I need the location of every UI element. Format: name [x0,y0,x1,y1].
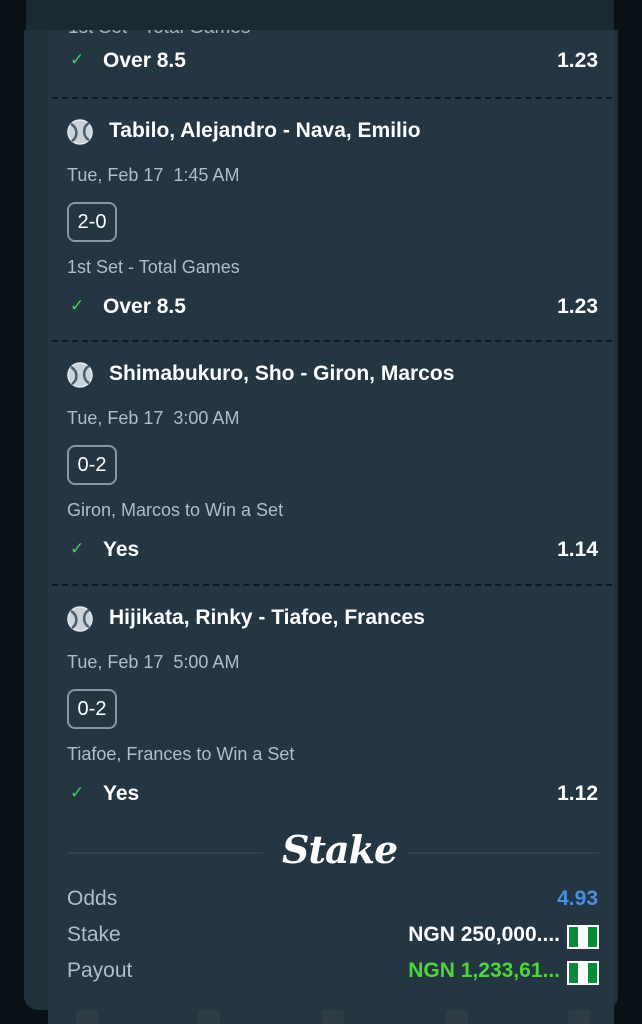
event-leg: Tabilo, Alejandro - Nava, Emilio Tue, Fe… [48,114,614,358]
selection-name: Yes [103,538,140,561]
tennis-ball-icon [67,119,93,145]
selection-row: ✓ Over 8.5 1.23 [48,293,614,325]
brand-divider-right [407,852,599,854]
selection-odds: 1.23 [557,49,598,72]
cut-off-market-label: 1st Set - Total Games [68,30,250,39]
stake-label: Stake [67,923,121,946]
stake-value: NGN 250,000.... [408,923,560,946]
summary-odds-row: Odds 4.93 [48,885,614,915]
nav-chat-icon[interactable] [568,1010,590,1024]
selection-odds: 1.14 [557,538,598,561]
selection-odds: 1.12 [557,782,598,805]
check-icon: ✓ [70,296,85,315]
selection-name: Yes [103,782,140,805]
selection-row: ✓ Yes 1.12 [48,780,614,812]
nigeria-flag-icon [567,925,599,949]
match-time: Tue, Feb 17 3:00 AM [67,408,240,428]
bet-details-card: 1st Set - Total Games ✓ Over 8.5 1.23 Ta… [48,30,614,1024]
dashed-divider [52,584,612,586]
score-badge: 2-0 [67,202,117,242]
tennis-ball-icon [67,606,93,632]
match-title: Shimabukuro, Sho - Giron, Marcos [109,362,455,385]
tennis-ball-icon [67,362,93,388]
top-bar [26,0,614,31]
score-badge: 0-2 [67,689,117,729]
market-label: Giron, Marcos to Win a Set [67,500,284,520]
payout-value: NGN 1,233,61... [408,959,560,982]
brand-divider-left [67,852,263,854]
payout-label: Payout [67,959,133,982]
match-time: Tue, Feb 17 5:00 AM [67,652,240,672]
dashed-divider [52,97,612,99]
selection-name: Over 8.5 [103,49,186,72]
check-icon: ✓ [70,539,85,558]
total-odds-value: 4.93 [557,887,598,910]
match-title: Tabilo, Alejandro - Nava, Emilio [109,119,421,142]
score-badge: 0-2 [67,445,117,485]
nav-mybets-icon[interactable] [446,1010,468,1024]
stake-logo: Stake [282,827,398,872]
summary-payout-row: Payout NGN 1,233,61... [48,957,614,987]
nigeria-flag-icon [567,961,599,985]
selection-row: ✓ Yes 1.14 [48,536,614,568]
selection-odds: 1.23 [557,295,598,318]
match-title: Hijikata, Rinky - Tiafoe, Frances [109,606,425,629]
brand-area: Stake [48,825,614,881]
check-icon: ✓ [70,783,85,802]
nav-search-icon[interactable] [76,1010,98,1024]
nav-betslip-icon[interactable] [322,1010,344,1024]
nav-sports-icon[interactable] [198,1010,220,1024]
bottom-nav [0,1006,642,1024]
event-leg: Hijikata, Rinky - Tiafoe, Frances Tue, F… [48,601,614,845]
market-label: Tiafoe, Frances to Win a Set [67,744,295,764]
selection-name: Over 8.5 [103,295,186,318]
check-icon: ✓ [70,50,85,69]
dashed-divider [52,340,612,342]
odds-label: Odds [67,887,118,910]
market-label: 1st Set - Total Games [67,257,240,277]
cut-off-selection-row: ✓ Over 8.5 1.23 [48,47,614,79]
match-time: Tue, Feb 17 1:45 AM [67,165,240,185]
summary-stake-row: Stake NGN 250,000.... [48,921,614,951]
event-leg: Shimabukuro, Sho - Giron, Marcos Tue, Fe… [48,357,614,601]
